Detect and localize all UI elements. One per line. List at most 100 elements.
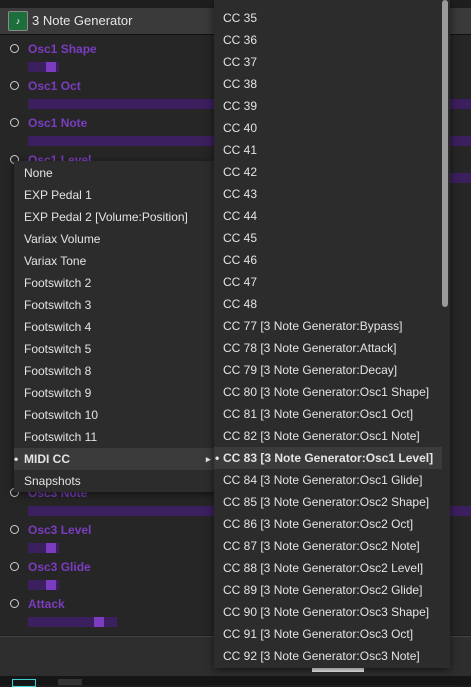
menu-item-variax-volume[interactable]: Variax Volume (14, 228, 214, 250)
bottom-chip[interactable] (58, 679, 82, 685)
menu-item-snapshots[interactable]: Snapshots (14, 470, 214, 492)
submenu-item-label: CC 40 (223, 121, 258, 135)
submenu-item[interactable]: CC 88 [3 Note Generator:Osc2 Level] (214, 557, 442, 579)
submenu-item[interactable]: CC 90 [3 Note Generator:Osc3 Shape] (214, 601, 442, 623)
submenu-item-label: CC 82 [3 Note Generator:Osc1 Note] (223, 429, 420, 443)
submenu-item-label: CC 91 [3 Note Generator:Osc3 Oct] (223, 627, 414, 641)
controller-assign-icon[interactable] (10, 599, 19, 608)
menu-item-label: Footswitch 8 (24, 364, 92, 378)
menu-item-label: Variax Volume (24, 232, 101, 246)
submenu-item[interactable]: CC 42 (214, 161, 442, 183)
submenu-item-label: CC 47 (223, 275, 258, 289)
menu-item-footswitch-11[interactable]: Footswitch 11 (14, 426, 214, 448)
submenu-item[interactable]: CC 41 (214, 139, 442, 161)
menu-item-footswitch-10[interactable]: Footswitch 10 (14, 404, 214, 426)
submenu-item[interactable]: CC 77 [3 Note Generator:Bypass] (214, 315, 442, 337)
submenu-item[interactable]: CC 91 [3 Note Generator:Osc3 Oct] (214, 623, 442, 645)
plugin-logo-icon[interactable]: ♪ (8, 11, 28, 31)
submenu-item[interactable]: CC 35 (214, 7, 442, 29)
menu-item-footswitch-2[interactable]: Footswitch 2 (14, 272, 214, 294)
submenu-item-label: CC 37 (223, 55, 258, 69)
menu-item-footswitch-9[interactable]: Footswitch 9 (14, 382, 214, 404)
submenu-item[interactable]: CC 37 (214, 51, 442, 73)
menu-item-label: EXP Pedal 1 (24, 188, 92, 202)
menu-item-label: Snapshots (24, 474, 81, 488)
menu-item-variax-tone[interactable]: Variax Tone (14, 250, 214, 272)
submenu-item-label: CC 35 (223, 11, 258, 25)
submenu-item[interactable]: CC 89 [3 Note Generator:Osc2 Glide] (214, 579, 442, 601)
submenu-item-label: CC 88 [3 Note Generator:Osc2 Level] (223, 561, 424, 575)
submenu-item[interactable]: CC 48 (214, 293, 442, 315)
menu-item-none[interactable]: None (14, 162, 214, 184)
submenu-item[interactable]: CC 78 [3 Note Generator:Attack] (214, 337, 442, 359)
parameter-slider-thumb[interactable] (46, 62, 56, 72)
bottom-chip[interactable] (12, 679, 36, 687)
controller-assign-icon[interactable] (10, 562, 19, 571)
menu-item-exp-pedal-2-volume-position[interactable]: EXP Pedal 2 [Volume:Position] (14, 206, 214, 228)
submenu-item-label: CC 36 (223, 33, 258, 47)
menu-item-midi-cc[interactable]: • MIDI CC ▸ (14, 448, 214, 470)
parameter-label: Osc1 Shape (28, 42, 97, 56)
submenu-item-label: CC 89 [3 Note Generator:Osc2 Glide] (223, 583, 423, 597)
menu-item-label: Footswitch 11 (24, 430, 98, 444)
menu-item-label: Footswitch 2 (24, 276, 92, 290)
submenu-item-label: CC 45 (223, 231, 258, 245)
parameter-slider-thumb[interactable] (94, 617, 104, 627)
menu-item-label: Footswitch 4 (24, 320, 92, 334)
submenu-item[interactable]: • CC 83 [3 Note Generator:Osc1 Level] (214, 447, 442, 469)
submenu-item[interactable]: CC 46 (214, 249, 442, 271)
controller-assign-icon[interactable] (10, 118, 19, 127)
submenu-item-label: CC 39 (223, 99, 258, 113)
submenu-arrow-icon: ▸ (206, 454, 211, 464)
menu-item-label: Footswitch 3 (24, 298, 92, 312)
submenu-item-label: CC 78 [3 Note Generator:Attack] (223, 341, 397, 355)
menu-item-label: Variax Tone (24, 254, 87, 268)
menu-item-label: EXP Pedal 2 [Volume:Position] (24, 210, 188, 224)
submenu-item[interactable]: CC 92 [3 Note Generator:Osc3 Note] (214, 645, 442, 667)
selected-bullet-icon: • (14, 452, 19, 466)
submenu-item[interactable]: CC 86 [3 Note Generator:Osc2 Oct] (214, 513, 442, 535)
controller-assign-icon[interactable] (10, 44, 19, 53)
menu-item-label: None (24, 166, 53, 180)
menu-item-footswitch-4[interactable]: Footswitch 4 (14, 316, 214, 338)
submenu-item[interactable]: CC 39 (214, 95, 442, 117)
submenu-item[interactable]: CC 82 [3 Note Generator:Osc1 Note] (214, 425, 442, 447)
parameter-slider-thumb[interactable] (46, 543, 56, 553)
submenu-item[interactable]: CC 80 [3 Note Generator:Osc1 Shape] (214, 381, 442, 403)
controller-assign-icon[interactable] (10, 81, 19, 90)
controller-assign-icon[interactable] (10, 525, 19, 534)
submenu-item-label: CC 85 [3 Note Generator:Osc2 Shape] (223, 495, 430, 509)
submenu-item[interactable]: CC 36 (214, 29, 442, 51)
submenu-scrollbar[interactable] (442, 0, 448, 307)
submenu-item-label: CC 48 (223, 297, 258, 311)
parameter-slider-thumb[interactable] (46, 580, 56, 590)
submenu-item[interactable]: CC 79 [3 Note Generator:Decay] (214, 359, 442, 381)
submenu-item[interactable]: CC 43 (214, 183, 442, 205)
menu-item-footswitch-5[interactable]: Footswitch 5 (14, 338, 214, 360)
submenu-item[interactable]: CC 40 (214, 117, 442, 139)
submenu-item[interactable]: CC 85 [3 Note Generator:Osc2 Shape] (214, 491, 442, 513)
submenu-item[interactable]: CC 45 (214, 227, 442, 249)
submenu-item[interactable]: CC 81 [3 Note Generator:Osc1 Oct] (214, 403, 442, 425)
submenu-item[interactable]: CC 47 (214, 271, 442, 293)
submenu-item-label: CC 38 (223, 77, 258, 91)
submenu-item[interactable]: CC 38 (214, 73, 442, 95)
submenu-item-label: CC 44 (223, 209, 258, 223)
parameter-label: Osc3 Level (28, 523, 92, 537)
submenu-item[interactable]: CC 84 [3 Note Generator:Osc1 Glide] (214, 469, 442, 491)
submenu-item[interactable]: CC 44 (214, 205, 442, 227)
submenu-item-label: CC 86 [3 Note Generator:Osc2 Oct] (223, 517, 414, 531)
submenu-item-label: CC 87 [3 Note Generator:Osc2 Note] (223, 539, 420, 553)
submenu-item-label: CC 80 [3 Note Generator:Osc1 Shape] (223, 385, 430, 399)
menu-item-exp-pedal-1[interactable]: EXP Pedal 1 (14, 184, 214, 206)
parameter-label: Attack (28, 597, 65, 611)
menu-item-footswitch-8[interactable]: Footswitch 8 (14, 360, 214, 382)
menu-item-label: Footswitch 10 (24, 408, 99, 422)
plugin-title: 3 Note Generator (32, 13, 133, 28)
submenu-item-label: CC 84 [3 Note Generator:Osc1 Glide] (223, 473, 423, 487)
menu-item-footswitch-3[interactable]: Footswitch 3 (14, 294, 214, 316)
submenu-item-label: CC 90 [3 Note Generator:Osc3 Shape] (223, 605, 430, 619)
parameter-label: Osc3 Glide (28, 560, 91, 574)
submenu-item[interactable]: CC 87 [3 Note Generator:Osc2 Note] (214, 535, 442, 557)
submenu-item-label: CC 92 [3 Note Generator:Osc3 Note] (223, 649, 420, 663)
